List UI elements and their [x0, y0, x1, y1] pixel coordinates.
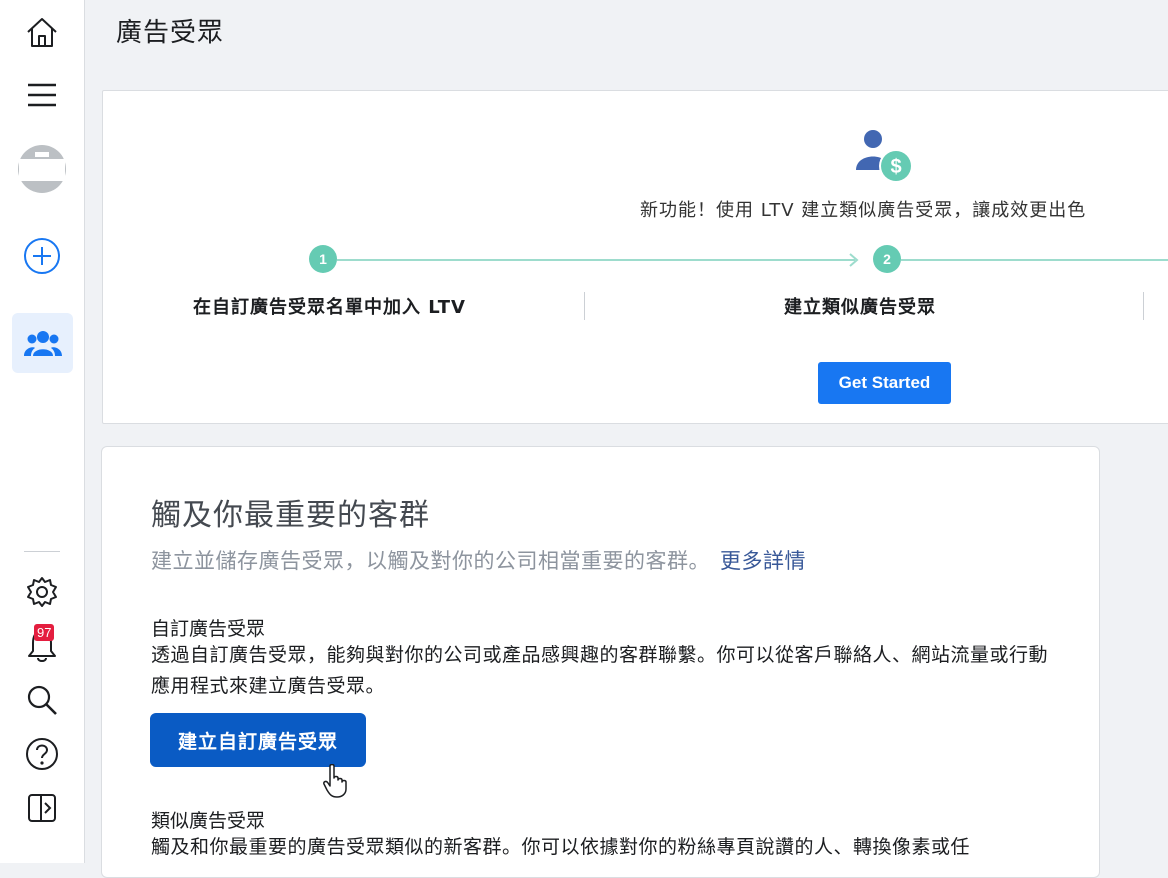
lookalike-audience-description: 觸及和你最重要的廣告受眾類似的新客群。你可以依據對你的粉絲專頁說讚的人、轉換像素…	[151, 836, 971, 858]
step-1-label: 在自訂廣告受眾名單中加入 LTV	[193, 297, 466, 318]
custom-audience-heading: 自訂廣告受眾	[151, 618, 266, 640]
help-icon[interactable]	[0, 736, 84, 772]
step-connector	[337, 259, 855, 261]
audiences-icon[interactable]	[12, 313, 73, 373]
settings-icon[interactable]	[0, 574, 84, 610]
step-2-number: 2	[873, 245, 901, 273]
hand-cursor-icon	[323, 764, 347, 798]
svg-text:$: $	[890, 156, 901, 178]
lookalike-audience-heading: 類似廣告受眾	[151, 810, 266, 832]
step-divider	[1143, 292, 1144, 320]
step-connector	[901, 259, 1168, 261]
custom-audience-description: 透過自訂廣告受眾，能夠與對你的公司或產品感興趣的客群聯繫。你可以從客戶聯絡人、網…	[151, 644, 1049, 697]
page-title: 廣告受眾	[116, 18, 225, 48]
account-avatar[interactable]	[0, 144, 84, 194]
menu-icon[interactable]	[0, 76, 84, 114]
get-started-button[interactable]: Get Started	[818, 362, 951, 404]
step-2-label: 建立類似廣告受眾	[784, 297, 936, 318]
step-divider	[584, 292, 585, 320]
ltv-banner-card	[102, 90, 1168, 424]
ltv-headline: 新功能！使用 LTV 建立類似廣告受眾，讓成效更出色	[640, 200, 1087, 221]
audiences-subtitle-text: 建立並儲存廣告受眾，以觸及對你的公司相當重要的客群。	[151, 549, 710, 573]
learn-more-link[interactable]: 更多詳情	[720, 549, 806, 573]
audiences-subtitle: 建立並儲存廣告受眾，以觸及對你的公司相當重要的客群。 更多詳情	[151, 545, 806, 575]
panel-icon[interactable]	[0, 790, 84, 826]
step-1-number: 1	[309, 245, 337, 273]
lookalike-dollar-icon: $	[856, 130, 913, 183]
search-icon[interactable]	[0, 682, 84, 718]
create-icon[interactable]	[0, 236, 84, 276]
sidebar-divider	[24, 551, 60, 552]
notifications-badge: 97	[34, 624, 55, 641]
chevron-right-icon	[849, 253, 859, 267]
create-custom-audience-button[interactable]: 建立自訂廣告受眾	[150, 713, 366, 767]
home-icon[interactable]	[0, 12, 84, 52]
audiences-title: 觸及你最重要的客群	[151, 498, 430, 533]
left-sidebar: 97	[0, 0, 85, 863]
